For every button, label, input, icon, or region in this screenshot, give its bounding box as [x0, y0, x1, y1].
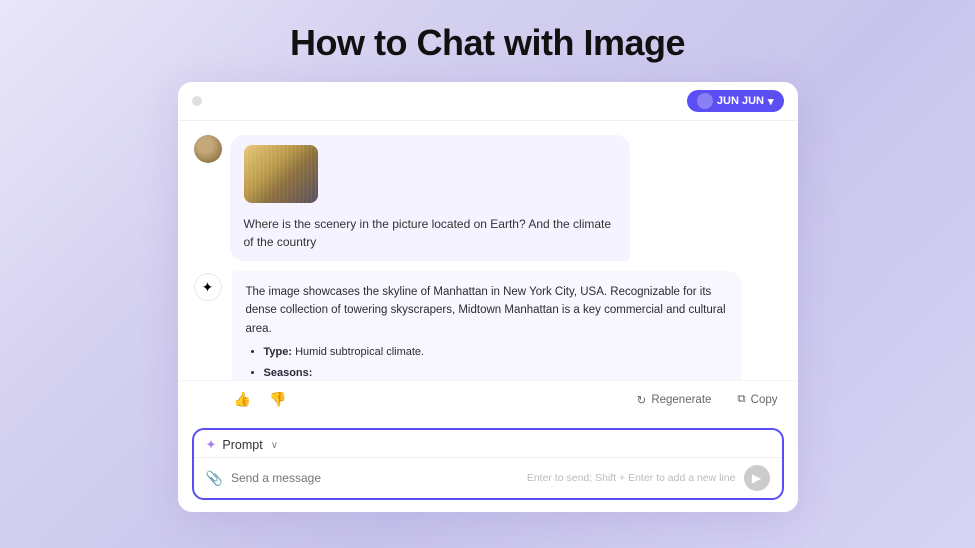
regenerate-label: Regenerate	[651, 394, 711, 406]
badge-chevron-icon: ▾	[768, 95, 774, 108]
ai-avatar: ✦	[194, 273, 222, 301]
chat-body: Where is the scenery in the picture loca…	[178, 121, 798, 380]
user-message-bubble: Where is the scenery in the picture loca…	[230, 135, 630, 261]
send-icon: ▶	[752, 471, 761, 485]
ai-avatar-icon: ✦	[202, 279, 214, 296]
climate-label: Type:	[264, 346, 293, 358]
message-actions: ↻ Regenerate ⧉ Copy	[631, 390, 784, 410]
header-right: JUN JUN ▾	[687, 90, 784, 112]
message-input[interactable]	[231, 471, 519, 485]
input-wrapper: ✦ Prompt ∨ 📎 Enter to send; Shift + Ente…	[192, 428, 784, 500]
user-badge[interactable]: JUN JUN ▾	[687, 90, 784, 112]
thumbs-down-button[interactable]: 👎	[265, 389, 290, 410]
attachment-icon[interactable]: 📎	[206, 470, 223, 487]
input-top-row: ✦ Prompt ∨	[194, 430, 782, 458]
send-button[interactable]: ▶	[744, 465, 770, 491]
ai-message-text: The image showcases the skyline of Manha…	[246, 283, 728, 380]
thumbs-down-icon: 👎	[269, 391, 286, 408]
regenerate-icon: ↻	[637, 393, 647, 407]
copy-label: Copy	[751, 394, 778, 406]
ai-climate-type: Type: Humid subtropical climate.	[264, 344, 728, 362]
chat-input-area: ✦ Prompt ∨ 📎 Enter to send; Shift + Ente…	[178, 418, 798, 512]
attached-image	[244, 145, 318, 203]
chat-header: JUN JUN ▾	[178, 82, 798, 121]
seasons-label: Seasons:	[264, 367, 313, 379]
feedback-actions: 👍 👎	[230, 389, 291, 410]
header-control-dot	[192, 96, 202, 106]
user-avatar	[194, 135, 222, 163]
regenerate-button[interactable]: ↻ Regenerate	[631, 390, 718, 410]
ai-message-row: ✦ The image showcases the skyline of Man…	[194, 271, 782, 380]
prompt-label: Prompt	[222, 438, 262, 452]
input-hint: Enter to send; Shift + Enter to add a ne…	[527, 472, 736, 484]
page-title: How to Chat with Image	[290, 22, 685, 64]
user-message-row: Where is the scenery in the picture loca…	[194, 135, 782, 261]
input-bottom-row: 📎 Enter to send; Shift + Enter to add a …	[194, 458, 782, 498]
chat-actions: 👍 👎 ↻ Regenerate ⧉ Copy	[178, 380, 798, 418]
thumbs-up-icon: 👍	[234, 391, 251, 408]
user-badge-label: JUN JUN	[717, 95, 764, 107]
chat-window: JUN JUN ▾ Where is the scenery in the pi…	[178, 82, 798, 512]
user-message-text: Where is the scenery in the picture loca…	[244, 215, 616, 251]
copy-icon: ⧉	[737, 393, 745, 406]
thumbs-up-button[interactable]: 👍	[230, 389, 255, 410]
sparkle-icon: ✦	[206, 437, 217, 453]
user-avatar-dot	[697, 93, 713, 109]
climate-value: Humid subtropical climate.	[295, 346, 424, 358]
prompt-chevron-icon[interactable]: ∨	[271, 440, 278, 451]
header-left	[192, 96, 202, 106]
ai-seasons-header: Seasons: Winter (December to February): …	[264, 365, 728, 380]
copy-button[interactable]: ⧉ Copy	[731, 390, 783, 410]
ai-message-bubble: The image showcases the skyline of Manha…	[232, 271, 742, 380]
ai-intro: The image showcases the skyline of Manha…	[246, 283, 728, 338]
user-avatar-image	[194, 135, 222, 163]
